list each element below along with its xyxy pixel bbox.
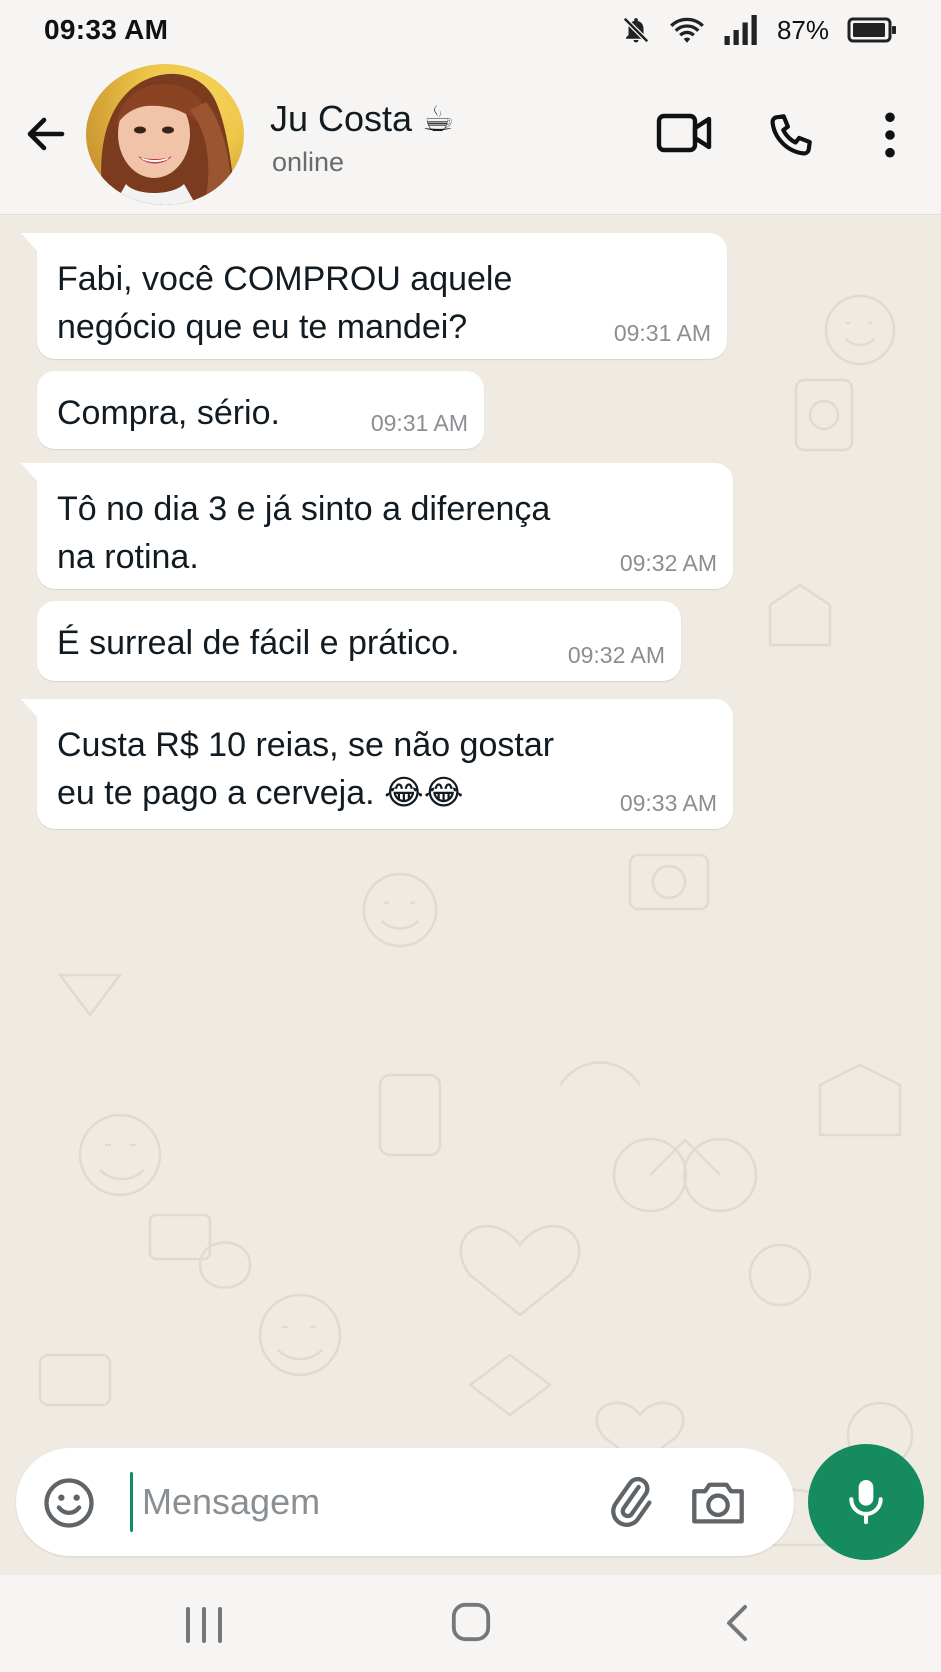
more-vertical-icon[interactable] (872, 110, 908, 160)
message-text: Tô no dia 3 e já sinto a diferença na ro… (57, 490, 551, 576)
message-time: 09:31 AM (370, 410, 468, 436)
avatar-photo (101, 73, 236, 205)
battery-icon (847, 17, 896, 43)
microphone-icon (849, 1480, 883, 1525)
camera-icon[interactable] (690, 1478, 746, 1526)
message-bubble[interactable]: Fabi, você COMPROU aquele negócio que eu… (21, 233, 727, 359)
paperclip-icon[interactable] (604, 1474, 658, 1530)
emoji-icon[interactable] (42, 1476, 96, 1530)
chat-header: Ju Costa ☕ online (0, 60, 941, 215)
phone-icon[interactable] (766, 110, 816, 160)
message-text: Custa R$ 10 reias, se não gostar eu te p… (57, 726, 555, 812)
mute-notification-icon (622, 16, 649, 44)
signal-icon (724, 15, 757, 45)
message-bubble[interactable]: Tô no dia 3 e já sinto a diferença na ro… (21, 463, 733, 589)
text-cursor (130, 1472, 133, 1532)
nav-back-icon[interactable] (722, 1603, 752, 1643)
message-time: 09:33 AM (619, 790, 717, 816)
microphone-button[interactable] (808, 1444, 924, 1560)
recent-apps-icon[interactable] (182, 1605, 226, 1645)
message-time: 09:32 AM (619, 550, 717, 576)
battery-percentage: 87% (776, 14, 829, 45)
home-icon[interactable] (450, 1601, 492, 1643)
message-bubble[interactable]: Compra, sério. 09:31 AM (37, 371, 484, 449)
status-bar: 09:33 AM 87% (0, 0, 941, 60)
message-input[interactable] (142, 1472, 562, 1532)
message-composer (16, 1448, 794, 1556)
status-time: 09:33 AM (44, 14, 169, 45)
chat-area[interactable]: Fabi, você COMPROU aquele negócio que eu… (0, 215, 941, 1575)
message-bubble[interactable]: É surreal de fácil e prático. 09:32 AM (37, 601, 681, 681)
arrow-left-icon[interactable] (22, 110, 70, 158)
status-icons: 87% (621, 15, 897, 46)
message-time: 09:32 AM (567, 642, 665, 668)
system-nav-bar (0, 1575, 941, 1672)
contact-name[interactable]: Ju Costa ☕ (270, 98, 454, 140)
message-time: 09:31 AM (613, 320, 711, 346)
message-text: Fabi, você COMPROU aquele negócio que eu… (57, 260, 513, 346)
video-camera-icon[interactable] (656, 112, 712, 154)
contact-status: online (272, 147, 345, 177)
avatar[interactable] (86, 64, 244, 205)
wifi-icon (670, 17, 704, 43)
message-bubble[interactable]: Custa R$ 10 reias, se não gostar eu te p… (21, 699, 733, 829)
